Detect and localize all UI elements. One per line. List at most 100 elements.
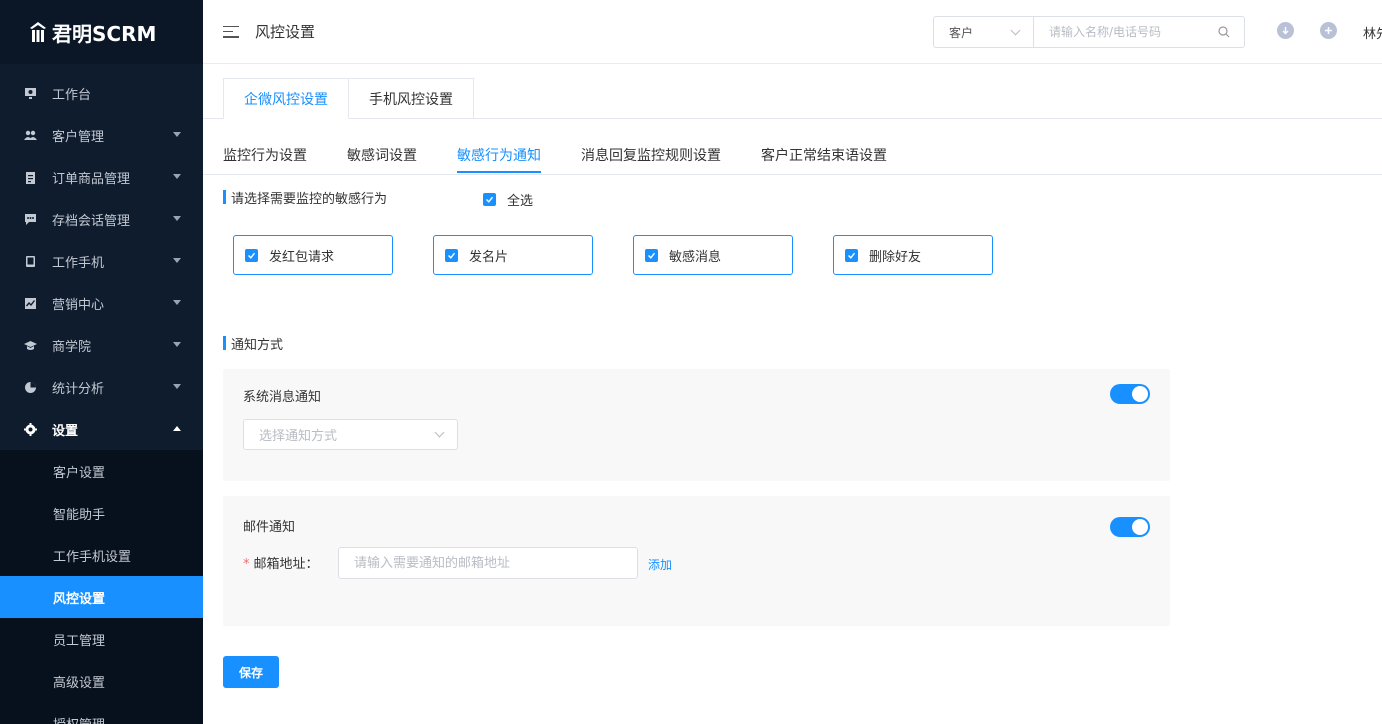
add-email-link[interactable]: 添加	[648, 556, 672, 573]
sidebar-item-label: 商学院	[52, 339, 92, 355]
sidebar-item-archive-chat[interactable]: 存档会话管理	[0, 198, 203, 240]
search-icon[interactable]	[1218, 26, 1230, 38]
notify-method-select[interactable]: 选择通知方式	[243, 419, 458, 450]
chevron-up-icon	[173, 426, 181, 431]
save-button[interactable]: 保存	[223, 656, 279, 688]
sub-tabs-divider	[203, 174, 1382, 175]
behavior-option-label: 发名片	[469, 249, 509, 265]
email-notify-label: 邮件通知	[243, 520, 296, 535]
behavior-option-label: 发红包请求	[269, 249, 335, 265]
checkbox-checked-icon	[645, 248, 658, 262]
tab-sensitive-words[interactable]: 敏感词设置	[347, 138, 417, 173]
settings-submenu: 客户设置 智能助手 工作手机设置 风控设置 员工管理 高级设置 授权管理	[0, 450, 203, 724]
sidebar-item-workbench[interactable]: 工作台	[0, 72, 203, 114]
tab-wecom-risk[interactable]: 企微风控设置	[223, 78, 349, 119]
sidebar-subitem-smart-assistant[interactable]: 智能助手	[0, 492, 203, 534]
chevron-down-icon	[173, 132, 181, 137]
search-type-value: 客户	[949, 25, 974, 40]
checkbox-checked-icon	[445, 248, 458, 262]
sidebar-subitem-staff[interactable]: 员工管理	[0, 618, 203, 660]
chart-icon	[24, 297, 37, 310]
notify-section-title: 通知方式	[223, 334, 283, 353]
brand-name: 君明SCRM	[52, 21, 157, 46]
system-notify-label: 系统消息通知	[243, 390, 322, 405]
sidebar-item-label: 工作台	[52, 87, 92, 103]
system-notify-toggle[interactable]	[1110, 384, 1150, 404]
gear-icon	[24, 422, 37, 436]
sidebar-subitem-customer-settings[interactable]: 客户设置	[0, 450, 203, 492]
email-field-label-text: 邮箱地址：	[253, 557, 319, 572]
sidebar-subitem-risk-control[interactable]: 风控设置	[0, 576, 203, 618]
top-tabs: 企微风控设置 手机风控设置	[223, 78, 474, 119]
select-all-checkbox[interactable]: 全选	[483, 190, 533, 209]
search-input[interactable]	[1034, 17, 1218, 47]
notify-method-placeholder: 选择通知方式	[259, 429, 338, 444]
logo-icon	[30, 22, 46, 42]
tab-closing-words[interactable]: 客户正常结束语设置	[761, 138, 887, 173]
sidebar-item-label: 订单商品管理	[52, 171, 131, 187]
top-header: 风控设置 客户 林先	[203, 0, 1382, 64]
pie-icon	[24, 381, 37, 394]
chevron-down-icon	[173, 300, 181, 305]
behavior-option-label: 敏感消息	[669, 249, 722, 265]
sidebar-item-customers[interactable]: 客户管理	[0, 114, 203, 156]
checkbox-checked-icon	[845, 248, 858, 262]
tab-monitor-behavior[interactable]: 监控行为设置	[223, 138, 307, 173]
chevron-down-icon	[173, 342, 181, 347]
sidebar-menu: 工作台 客户管理 订单商品管理 存档会话管理 工作手机 营销中心 商学院 统计分…	[0, 64, 203, 724]
behavior-option-red-packet[interactable]: 发红包请求	[233, 235, 393, 275]
email-notify-panel: 邮件通知 *邮箱地址： 添加	[223, 496, 1170, 626]
sidebar: 君明SCRM 工作台 客户管理 订单商品管理 存档会话管理 工作手机 营销中心 …	[0, 0, 203, 724]
sidebar-item-label: 统计分析	[52, 381, 105, 397]
email-field[interactable]	[338, 547, 638, 579]
sidebar-item-label: 客户管理	[52, 129, 105, 145]
monitor-icon	[24, 87, 37, 100]
sidebar-item-orders[interactable]: 订单商品管理	[0, 156, 203, 198]
sidebar-subitem-authorization[interactable]: 授权管理	[0, 702, 203, 724]
sidebar-item-label: 设置	[52, 423, 79, 439]
select-all-label: 全选	[507, 194, 534, 209]
tab-reply-rules[interactable]: 消息回复监控规则设置	[581, 138, 721, 173]
search-type-select[interactable]: 客户	[934, 17, 1034, 47]
chevron-down-icon	[173, 174, 181, 179]
page-title: 风控设置	[255, 23, 316, 41]
sub-tabs: 监控行为设置 敏感词设置 敏感行为通知 消息回复监控规则设置 客户正常结束语设置	[223, 138, 927, 173]
checkbox-checked-icon	[245, 248, 258, 262]
behavior-option-sensitive-message[interactable]: 敏感消息	[633, 235, 793, 275]
sidebar-subitem-advanced[interactable]: 高级设置	[0, 660, 203, 702]
add-icon[interactable]	[1320, 22, 1337, 39]
sidebar-item-statistics[interactable]: 统计分析	[0, 366, 203, 408]
email-notify-toggle[interactable]	[1110, 517, 1150, 537]
sidebar-item-label: 存档会话管理	[52, 213, 131, 229]
required-mark: *	[243, 557, 250, 572]
clipboard-icon	[24, 171, 37, 184]
behavior-option-label: 删除好友	[869, 249, 922, 265]
chevron-down-icon	[173, 384, 181, 389]
sidebar-item-label: 营销中心	[52, 297, 105, 313]
users-icon	[24, 129, 37, 142]
sidebar-item-academy[interactable]: 商学院	[0, 324, 203, 366]
menu-toggle-icon[interactable]	[223, 25, 239, 38]
sidebar-item-work-phone[interactable]: 工作手机	[0, 240, 203, 282]
sidebar-item-settings[interactable]: 设置	[0, 408, 203, 450]
email-field-label: * 邮箱地址：	[243, 553, 319, 572]
sidebar-item-label: 工作手机	[52, 255, 105, 271]
behavior-option-delete-friend[interactable]: 删除好友	[833, 235, 993, 275]
search-bar: 客户	[933, 16, 1245, 48]
tab-phone-risk[interactable]: 手机风控设置	[349, 78, 474, 119]
chevron-down-icon	[434, 427, 445, 438]
brand-logo[interactable]: 君明SCRM	[0, 0, 203, 64]
download-icon[interactable]	[1277, 22, 1294, 39]
user-name[interactable]: 林先	[1363, 23, 1382, 42]
sidebar-subitem-work-phone-settings[interactable]: 工作手机设置	[0, 534, 203, 576]
behavior-option-business-card[interactable]: 发名片	[433, 235, 593, 275]
chevron-down-icon	[173, 258, 181, 263]
chevron-down-icon	[1010, 25, 1021, 36]
checkbox-checked-icon	[483, 193, 496, 206]
chevron-down-icon	[173, 216, 181, 221]
tab-sensitive-notify[interactable]: 敏感行为通知	[457, 138, 541, 173]
sidebar-item-marketing[interactable]: 营销中心	[0, 282, 203, 324]
graduation-icon	[24, 339, 37, 352]
system-notify-panel: 系统消息通知 选择通知方式	[223, 369, 1170, 481]
behavior-section-title: 请选择需要监控的敏感行为	[223, 188, 387, 207]
